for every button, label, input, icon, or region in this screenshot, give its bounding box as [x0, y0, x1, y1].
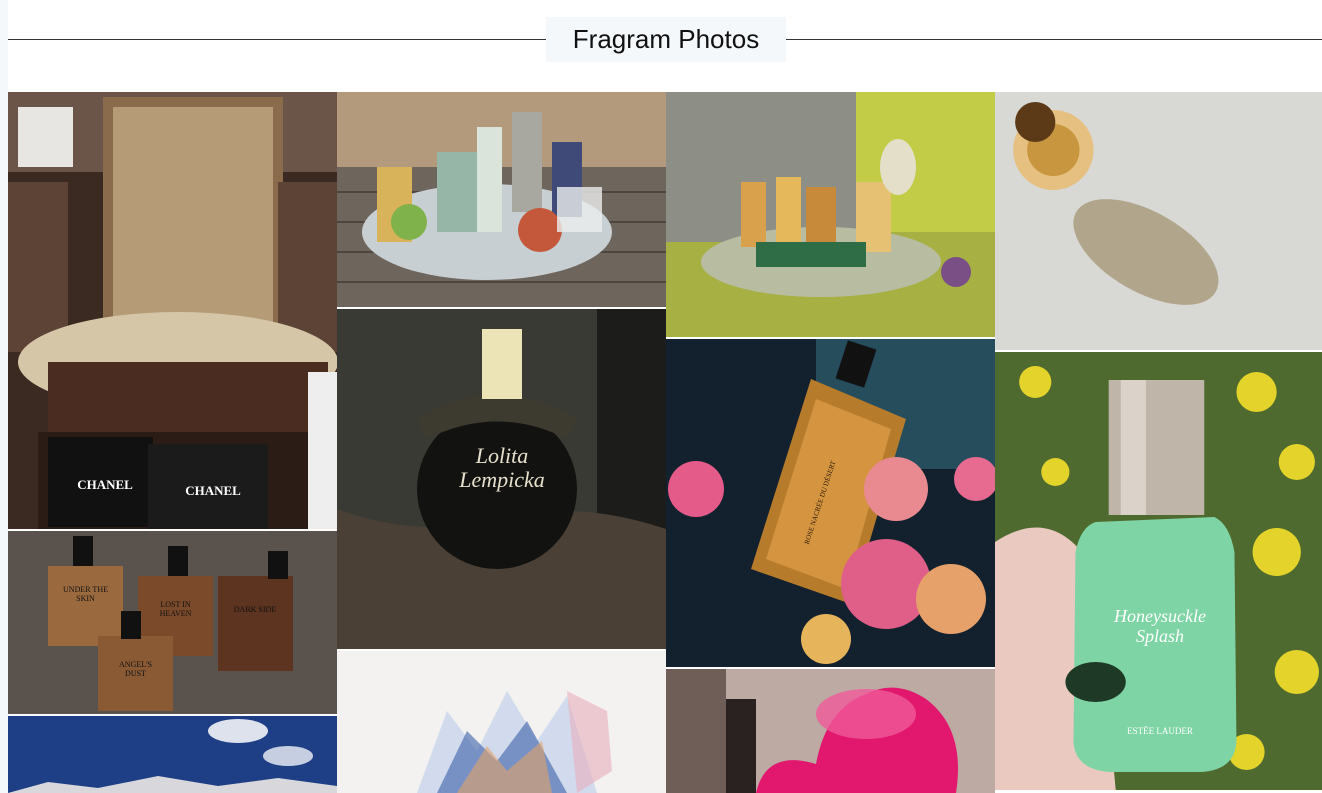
photo-watercolor-art[interactable]: [337, 651, 666, 793]
page-title: Fragram Photos: [572, 24, 760, 54]
photo-perfume-tray-green[interactable]: [666, 92, 995, 337]
bottle-label-honeysuckle-splash: Honeysuckle Splash: [1114, 606, 1206, 646]
photo-four-perfume-bottles[interactable]: UNDER THE SKIN LOST IN HEAVEN DARK SIDE …: [8, 531, 337, 714]
title-box: Fragram Photos: [546, 17, 786, 62]
bag-label-left: CHANEL: [77, 477, 133, 492]
title-rule-left: [8, 39, 546, 40]
bottle-label-lost-in-heaven: LOST IN HEAVEN: [159, 600, 192, 618]
gallery-header: Fragram Photos: [8, 0, 1322, 80]
photo-crystal-stopper-bottle[interactable]: [995, 92, 1322, 350]
photo-rose-nacree-du-desert[interactable]: ROSE NACRÉE DU DÉSERT: [666, 339, 995, 667]
left-edge-strip: [0, 0, 8, 793]
photo-column-3: ROSE NACRÉE DU DÉSERT: [666, 92, 995, 793]
title-rule-right: [786, 39, 1322, 40]
photo-lolita-lempicka-bottle[interactable]: Lolita Lempicka: [337, 309, 666, 649]
bottle-label-lolita-lempicka: Lolita Lempicka: [459, 443, 545, 493]
bottle-brand-estee-lauder: ESTĒE LAUDER: [1127, 726, 1193, 736]
photo-pink-glass-bottle[interactable]: [666, 669, 995, 793]
photo-perfume-bottles-on-table[interactable]: [337, 92, 666, 307]
photo-column-1: CHANEL CHANEL UNDER THE SKIN LOST IN HEA…: [8, 92, 337, 793]
photo-column-2: Lolita Lempicka: [337, 92, 666, 793]
bottle-label-angels-dust: ANGEL'S DUST: [119, 660, 152, 678]
photo-honeysuckle-splash[interactable]: Honeysuckle Splash ESTĒE LAUDER: [995, 352, 1322, 790]
photo-mountain-sky[interactable]: [8, 716, 337, 793]
photo-grid: CHANEL CHANEL UNDER THE SKIN LOST IN HEA…: [8, 92, 1322, 793]
photo-perfume-shop-cabinet[interactable]: CHANEL CHANEL: [8, 92, 337, 529]
bottle-label-under-the-skin: UNDER THE SKIN: [63, 585, 108, 603]
bottle-label-dark-side: DARK SIDE: [233, 605, 277, 614]
bag-label-right: CHANEL: [185, 483, 241, 498]
photo-column-4: Honeysuckle Splash ESTĒE LAUDER: [995, 92, 1322, 793]
